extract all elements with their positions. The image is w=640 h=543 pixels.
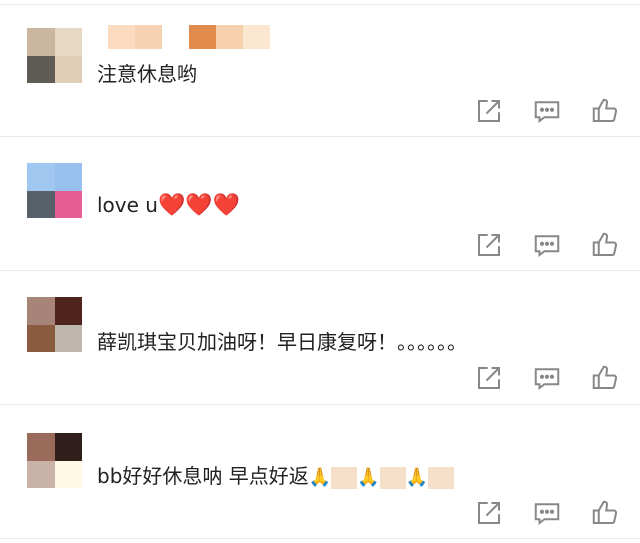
thumbs-up-icon xyxy=(592,98,618,122)
name-block xyxy=(135,25,162,49)
comment-text-body: bb好好休息呐 早点好返 xyxy=(97,464,309,488)
name-block xyxy=(162,25,189,49)
share-icon xyxy=(478,234,500,256)
avatar-pixel xyxy=(27,163,55,191)
redacted-block xyxy=(428,466,455,489)
name-block xyxy=(216,25,243,49)
avatar-pixel xyxy=(54,324,82,352)
redacted-block xyxy=(379,466,406,489)
avatar[interactable] xyxy=(27,297,82,352)
avatar[interactable] xyxy=(27,28,82,83)
comment-actions xyxy=(470,96,620,126)
divider xyxy=(0,538,640,539)
redacted-block xyxy=(331,466,358,489)
pray-emoji: 🙏 xyxy=(357,467,380,488)
avatar-pixel xyxy=(27,190,55,218)
pray-emoji: 🙏 xyxy=(308,467,332,488)
share-icon xyxy=(478,502,500,524)
avatar-pixel xyxy=(27,55,55,83)
avatar-pixel xyxy=(54,190,82,218)
comment-button[interactable] xyxy=(532,96,562,126)
avatar[interactable] xyxy=(27,433,82,488)
username-redacted[interactable] xyxy=(108,25,270,49)
heart-emoji: ❤️❤️❤️ xyxy=(157,193,241,218)
avatar-pixel xyxy=(54,55,82,83)
avatar-pixel xyxy=(54,163,82,191)
avatar-pixel xyxy=(27,297,55,325)
divider xyxy=(0,404,640,405)
avatar[interactable] xyxy=(27,163,82,218)
comment-icon xyxy=(534,101,560,123)
share-button[interactable] xyxy=(474,96,504,126)
avatar-pixel xyxy=(54,297,82,325)
name-block xyxy=(189,25,216,49)
divider xyxy=(0,270,640,271)
name-block xyxy=(108,25,135,49)
thumbs-up-icon xyxy=(592,500,618,524)
share-icon xyxy=(478,100,500,122)
comment-actions xyxy=(470,230,620,260)
share-button[interactable] xyxy=(474,498,504,528)
comment-button[interactable] xyxy=(532,363,562,393)
comment-text: bb好好休息呐 早点好返🙏 🙏 🙏 xyxy=(97,460,455,489)
divider xyxy=(0,136,640,137)
avatar-pixel xyxy=(27,433,55,461)
comment-icon xyxy=(534,235,560,257)
comment-button[interactable] xyxy=(532,230,562,260)
comment-icon xyxy=(534,368,560,390)
comment-button[interactable] xyxy=(532,498,562,528)
pray-emoji: 🙏 xyxy=(405,467,429,488)
thumbs-up-icon xyxy=(592,365,618,389)
divider xyxy=(0,4,640,5)
share-icon xyxy=(478,367,500,389)
comment-text: 薛凯琪宝贝加油呀！早日康复呀！。。。。。。 xyxy=(97,330,467,354)
avatar-pixel xyxy=(27,28,55,56)
avatar-pixel xyxy=(27,324,55,352)
like-button[interactable] xyxy=(590,363,620,393)
share-button[interactable] xyxy=(474,363,504,393)
comment-actions xyxy=(470,363,620,393)
thumbs-up-icon xyxy=(592,232,618,256)
comment-actions xyxy=(470,498,620,528)
like-button[interactable] xyxy=(590,498,620,528)
avatar-pixel xyxy=(54,28,82,56)
comment-icon xyxy=(534,503,560,525)
avatar-pixel xyxy=(54,460,82,488)
comment-text: love u❤️❤️❤️ xyxy=(97,193,240,218)
like-button[interactable] xyxy=(590,230,620,260)
share-button[interactable] xyxy=(474,230,504,260)
avatar-pixel xyxy=(27,460,55,488)
comment-text: 注意休息哟 xyxy=(97,62,197,86)
avatar-pixel xyxy=(54,433,82,461)
name-block xyxy=(243,25,270,49)
comment-text-body: love u xyxy=(97,193,158,217)
like-button[interactable] xyxy=(590,96,620,126)
